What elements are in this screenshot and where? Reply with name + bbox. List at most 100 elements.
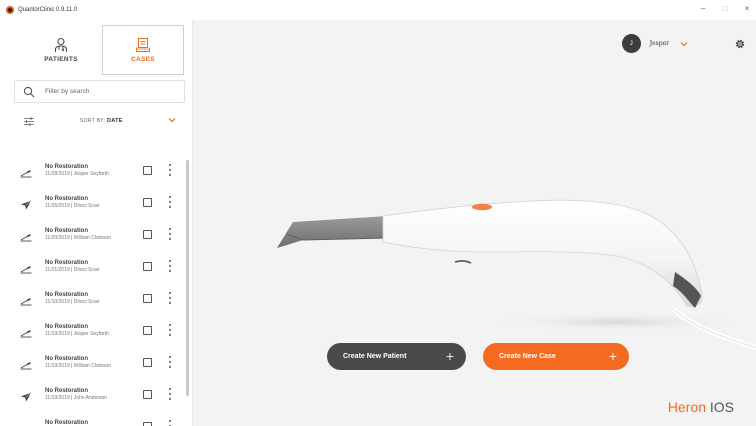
more-options-icon[interactable]	[168, 420, 172, 426]
chevron-down-icon[interactable]	[168, 117, 176, 123]
close-button[interactable]: ×	[742, 3, 752, 15]
case-title: No Restoration	[45, 356, 89, 362]
tab-cases[interactable]: CASES	[102, 25, 184, 75]
case-text: No Restoration 11/10/2019 | Direct Scan	[45, 292, 100, 305]
tab-cases-label: CASES	[131, 56, 155, 63]
doctor-icon	[55, 38, 67, 52]
sidebar: PATIENTS CASES SORT BY: DATE No Res	[0, 20, 193, 426]
scan-icon	[20, 293, 32, 306]
case-text: No Restoration 11/20/2019 | William Clark…	[45, 228, 111, 241]
case-row[interactable]: No Restoration 11/20/2019 | William Clark…	[14, 221, 179, 249]
case-checkbox[interactable]	[143, 358, 152, 367]
sort-label: SORT BY: DATE	[80, 118, 123, 124]
case-row[interactable]: No Restoration 11/21/2019 | Direct Scan	[14, 253, 179, 281]
case-text: No Restoration 11/19/2019 | Jesper Seyfar…	[45, 324, 109, 337]
case-text: No Restoration11/19/2019 | John Anderson	[45, 420, 107, 426]
case-text: No Restoration 11/19/2019 | William Clark…	[45, 356, 111, 369]
search-icon	[23, 86, 35, 97]
case-subtitle: 11/10/2019 | Direct Scan	[45, 299, 100, 305]
case-subtitle: 11/19/2019 | John Anderson	[45, 395, 108, 401]
gear-icon[interactable]	[734, 38, 746, 50]
case-subtitle: 11/19/2019 | William Clarkson	[45, 363, 111, 369]
plus-icon: +	[608, 348, 617, 364]
maximize-button[interactable]: □	[720, 3, 730, 15]
more-options-icon[interactable]	[168, 164, 172, 176]
case-row[interactable]: No Restoration 11/10/2019 | Direct Scan	[14, 285, 179, 313]
case-row[interactable]: No Restoration 11/19/2019 | Jesper Seyfar…	[14, 317, 179, 345]
brand-name: Heron	[667, 399, 706, 415]
case-row[interactable]: No Restoration 11/26/2019 | Direct Scan	[14, 189, 179, 217]
scan-icon	[20, 357, 32, 370]
case-subtitle: 11/21/2019 | Direct Scan	[45, 267, 100, 273]
sidebar-tabs: PATIENTS CASES	[20, 25, 184, 75]
case-subtitle: 11/26/2019 | Direct Scan	[45, 203, 100, 209]
case-checkbox[interactable]	[143, 390, 152, 399]
scan-icon	[20, 165, 32, 178]
chevron-down-icon[interactable]	[680, 41, 688, 47]
brand-suffix: IOS	[709, 399, 734, 415]
case-checkbox[interactable]	[143, 198, 152, 207]
case-title: No Restoration	[45, 420, 89, 426]
filter-sliders-icon[interactable]	[24, 116, 34, 126]
title-bar: QuantorClinic 0.9.11.0 – □ ×	[0, 0, 756, 20]
case-row[interactable]: No Restoration 11/28/2019 | Jesper Seyfar…	[14, 157, 179, 185]
tab-patients[interactable]: PATIENTS	[20, 25, 102, 75]
window-controls: – □ ×	[698, 3, 752, 15]
create-new-patient-button[interactable]: Create New Patient +	[327, 343, 466, 370]
case-title: No Restoration	[45, 228, 89, 234]
case-row[interactable]: No Restoration 11/19/2019 | William Clark…	[14, 349, 179, 377]
case-title: No Restoration	[45, 324, 89, 330]
scan-icon	[20, 421, 32, 426]
case-text: No Restoration 11/21/2019 | Direct Scan	[45, 260, 100, 273]
case-subtitle: 11/20/2019 | William Clarkson	[45, 235, 111, 241]
case-row[interactable]: No Restoration11/19/2019 | John Anderson	[14, 381, 179, 409]
avatar[interactable]: J	[621, 34, 641, 53]
more-options-icon[interactable]	[168, 260, 172, 272]
case-checkbox[interactable]	[143, 326, 152, 335]
case-subtitle: 11/28/2019 | Jesper Seyfarth	[45, 171, 109, 177]
case-title: No Restoration	[45, 292, 89, 298]
case-checkbox[interactable]	[143, 262, 152, 271]
case-text: No Restoration 11/26/2019 | Direct Scan	[45, 196, 100, 209]
case-checkbox[interactable]	[143, 230, 152, 239]
send-icon	[20, 389, 32, 402]
case-row[interactable]: No Restoration11/19/2019 | John Anderson	[14, 413, 179, 426]
case-title: No Restoration	[45, 388, 89, 394]
more-options-icon[interactable]	[168, 388, 172, 400]
sort-prefix: SORT BY:	[80, 118, 106, 124]
brand-logo: Heron IOS	[668, 399, 734, 415]
create-new-case-label: Create New Case	[499, 353, 556, 360]
scan-icon	[20, 261, 32, 274]
more-options-icon[interactable]	[168, 292, 172, 304]
cases-icon	[136, 38, 150, 52]
search-input[interactable]	[45, 88, 165, 95]
more-options-icon[interactable]	[168, 356, 172, 368]
case-title: No Restoration	[45, 164, 89, 170]
minimize-button[interactable]: –	[698, 3, 708, 15]
case-checkbox[interactable]	[143, 422, 152, 426]
case-text: No Restoration 11/28/2019 | Jesper Seyfar…	[45, 164, 109, 177]
send-icon	[20, 197, 32, 210]
create-new-case-button[interactable]: Create New Case +	[483, 343, 629, 370]
scan-icon	[20, 229, 32, 242]
case-checkbox[interactable]	[143, 166, 152, 175]
case-list-scrollbar[interactable]	[186, 160, 189, 396]
sort-bar: SORT BY: DATE	[14, 113, 185, 129]
create-new-patient-label: Create New Patient	[343, 353, 407, 360]
main-area: J Jesper Create New Patient + Create New…	[193, 20, 756, 426]
scan-icon	[20, 325, 32, 338]
more-options-icon[interactable]	[168, 196, 172, 208]
case-title: No Restoration	[45, 196, 89, 202]
case-checkbox[interactable]	[143, 294, 152, 303]
case-subtitle: 11/19/2019 | Jesper Seyfarth	[45, 331, 109, 337]
plus-icon: +	[445, 348, 454, 364]
user-name[interactable]: Jesper	[650, 40, 669, 47]
app-logo-icon	[6, 6, 14, 14]
more-options-icon[interactable]	[168, 228, 172, 240]
case-title: No Restoration	[45, 260, 89, 266]
search-box	[14, 80, 185, 103]
tab-patients-label: PATIENTS	[44, 56, 78, 63]
more-options-icon[interactable]	[168, 324, 172, 336]
window-title: QuantorClinic 0.9.11.0	[18, 7, 78, 13]
user-menu[interactable]: J Jesper	[621, 34, 688, 53]
